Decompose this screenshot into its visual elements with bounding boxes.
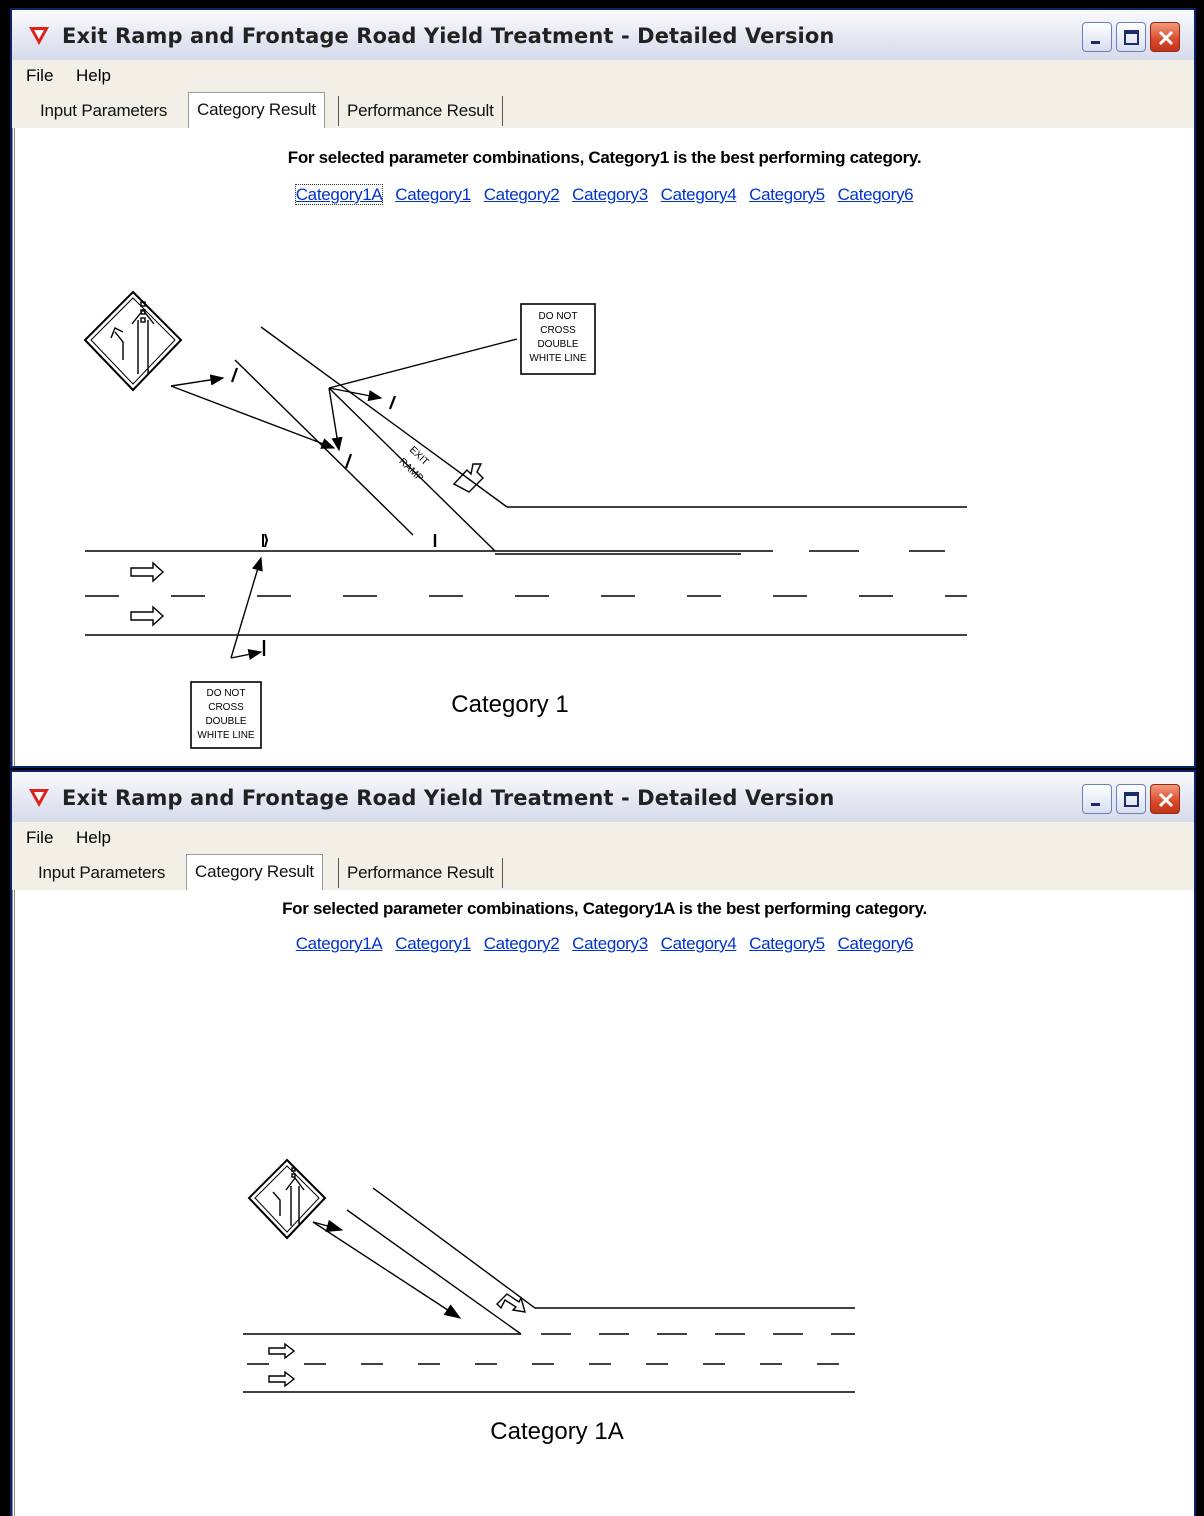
sign-top-line4: WHITE LINE [529, 353, 587, 364]
sign-bottom-line2: CROSS [208, 702, 244, 713]
sign-top-line3: DOUBLE [537, 339, 578, 350]
tab-content: For selected parameter combinations, Cat… [12, 128, 1194, 766]
sign-bottom-line1: DO NOT [207, 688, 246, 699]
direction-arrow-icon [130, 605, 165, 627]
diagram-caption: Category 1 [451, 691, 568, 718]
diagram-caption: Category 1A [490, 1418, 623, 1445]
sign-top-line1: DO NOT [539, 311, 578, 322]
direction-arrow-icon [268, 1342, 296, 1360]
app-window-top: Exit Ramp and Frontage Road Yield Treatm… [10, 8, 1196, 768]
direction-arrow-icon [130, 561, 165, 583]
category-1-diagram: DO NOT CROSS DOUBLE WHITE LINE DO NOT CR… [83, 290, 967, 749]
category-1a-diagram: Category 1A [243, 1158, 855, 1445]
app-window-bottom: Exit Ramp and Frontage Road Yield Treatm… [10, 770, 1196, 1516]
direction-arrow-icon [268, 1370, 296, 1388]
lane-merge-sign-icon [247, 1158, 327, 1240]
tab-content: For selected parameter combinations, Cat… [12, 890, 1194, 1516]
sign-top-line2: CROSS [540, 325, 576, 336]
lane-merge-sign-icon [83, 290, 183, 392]
sign-bottom-line4: WHITE LINE [197, 730, 255, 741]
sign-bottom-line3: DOUBLE [205, 716, 246, 727]
